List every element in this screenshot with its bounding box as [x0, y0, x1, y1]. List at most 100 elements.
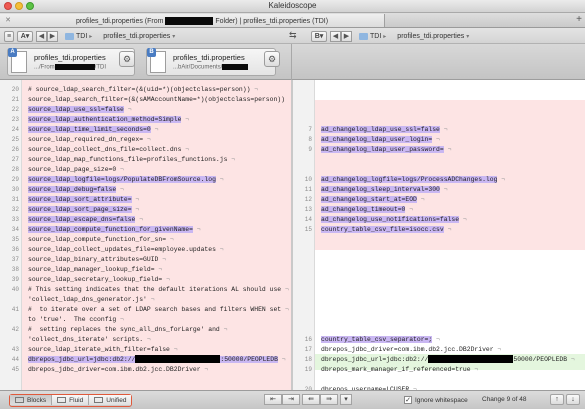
view-mode-selector: Blocks Fluid Unified — [9, 394, 133, 407]
code-line[interactable]: source_ldap_required_dn_regex= ¬ — [28, 135, 289, 145]
left-crumb-file[interactable]: profiles_tdi.properties ▾ — [99, 31, 179, 42]
line-end-icon: ¬ — [277, 356, 286, 363]
code-text: source_ldap_manager_lookup_field= — [28, 266, 155, 273]
ignore-whitespace-checkbox[interactable]: ✓ — [404, 396, 412, 404]
line-number: 23 — [11, 116, 19, 123]
merge-right-icon[interactable]: ⇥ — [282, 394, 300, 405]
code-line[interactable]: # This setting indicates that the defaul… — [28, 285, 289, 295]
line-number: 39 — [11, 276, 19, 283]
code-line[interactable]: source_ldap_debug=false ¬ — [28, 185, 289, 195]
line-number: 29 — [11, 176, 19, 183]
new-tab-plus-icon[interactable]: + — [576, 14, 582, 25]
line-end-icon: ¬ — [169, 346, 178, 353]
code-text: # setting replaces the sync_all_dns_forL… — [28, 326, 220, 333]
forward-arrow-icon[interactable]: ▶ — [47, 30, 58, 42]
comparison-tab[interactable]: ✕ profiles_tdi.properties (From Folder) … — [0, 14, 385, 27]
diff-view[interactable]: 20 # source_ldap_search_filter=(&(uid=*)(… — [0, 80, 585, 390]
code-line[interactable]: ad_changelog_logfile=logs/ProcessADChang… — [321, 175, 583, 185]
side-b-selector[interactable]: B▾ — [311, 30, 327, 42]
line-end-icon: ¬ — [131, 196, 140, 203]
code-line[interactable]: source_ldap_sort_page_size= ¬ — [28, 205, 289, 215]
code-line[interactable]: # setting replaces the sync_all_dns_forL… — [28, 325, 289, 335]
code-line[interactable]: source_ldap_collect_dns_file=collect.dns… — [28, 145, 289, 155]
right-pane[interactable]: 7 ad_changelog_ldap_use_ssl=false ¬ 8 ad_ch… — [293, 80, 585, 390]
code-line[interactable]: 'collect_ldap_dns_generator.js' ¬ — [28, 295, 289, 305]
copy-to-left-icon[interactable]: ⇚ — [302, 394, 320, 405]
ignore-whitespace-toggle[interactable]: ✓ Ignore whitespace — [404, 396, 468, 404]
left-crumb-folder[interactable]: TDI ▸ — [61, 31, 96, 42]
right-crumb-file[interactable]: profiles_tdi.properties ▾ — [393, 31, 473, 42]
code-line[interactable]: dbrepos_jdbc_driver=com.ibm.db2.jcc.DB2D… — [28, 365, 289, 375]
code-line[interactable]: 'collect_dns_iterate' scripts. ¬ — [28, 335, 289, 345]
side-a-selector[interactable]: A▾ — [17, 30, 33, 42]
code-line[interactable]: source_ldap_iterate_with_filter=false ¬ — [28, 345, 289, 355]
code-line[interactable]: source_ldap_map_functions_file=profiles_… — [28, 155, 289, 165]
back-arrow-icon[interactable]: ◀ — [36, 30, 47, 42]
code-line[interactable]: source_ldap_use_ssl=false ¬ — [28, 105, 289, 115]
code-line[interactable]: source_ldap_binary_attributes=GUID ¬ — [28, 255, 289, 265]
tab-label-suffix: Folder) | profiles_tdi.properties (TDI) — [215, 17, 329, 25]
swap-sides-icon[interactable]: ⇆ — [289, 30, 297, 41]
code-line[interactable]: dbrepos_jdbc_url=jdbc:db2:// 50000/PEOPLE… — [321, 355, 583, 365]
code-line[interactable]: country_table_csv_separator=; ¬ — [321, 335, 583, 345]
code-text: to 'true'. The cconfig — [28, 316, 117, 323]
code-line[interactable] — [28, 375, 289, 385]
copy-to-right-icon[interactable]: ⇛ — [320, 394, 338, 405]
next-change-button[interactable]: ↓ — [566, 394, 580, 405]
code-line[interactable]: # to iterate over a set of LDAP search b… — [28, 305, 289, 315]
gear-icon[interactable]: ⚙ — [119, 51, 135, 67]
line-number: 40 — [11, 286, 19, 293]
gear-icon[interactable]: ⚙ — [264, 51, 280, 67]
code-line[interactable]: source_ldap_sort_attribute= ¬ — [28, 195, 289, 205]
code-line[interactable]: ad_changelog_timeout=0 ¬ — [321, 205, 583, 215]
code-line[interactable]: ad_changelog_ldap_user_login= ¬ — [321, 135, 583, 145]
code-line[interactable]: to 'true'. The cconfig ¬ — [28, 315, 289, 325]
code-line[interactable]: source_ldap_compute_function_for_givenNa… — [28, 225, 289, 235]
code-line[interactable]: source_ldap_escape_dns=false ¬ — [28, 215, 289, 225]
code-text: source_ldap_collect_updates_file=employe… — [28, 246, 216, 253]
code-line[interactable]: # source_ldap_search_filter=(&(uid=*)(ob… — [28, 85, 289, 95]
code-line[interactable]: source_ldap_secretary_lookup_field= ¬ — [28, 275, 289, 285]
code-line[interactable]: source_ldap_collect_updates_file=employe… — [28, 245, 289, 255]
line-number: 12 — [304, 196, 312, 203]
forward-arrow-icon[interactable]: ▶ — [341, 30, 352, 42]
code-line[interactable]: ad_changelog_ldap_user_password= ¬ — [321, 145, 583, 155]
code-line[interactable]: source_ldap_time_limit_seconds=0 ¬ — [28, 125, 289, 135]
code-line[interactable]: dbrepos_mark_manager_if_referenced=true … — [321, 365, 583, 375]
line-end-icon: ¬ — [470, 366, 479, 373]
file-a-card[interactable]: A profiles_tdi.properties .../From/TDI — [7, 48, 135, 76]
code-line[interactable]: source_ldap_search_filter=(&(sAMAccountN… — [28, 95, 289, 105]
code-line[interactable]: source_ldap_authentication_method=Simple… — [28, 115, 289, 125]
left-history-nav: ◀ ▶ — [36, 30, 58, 42]
code-line[interactable]: ad_changelog_sleep_interval=300 ¬ — [321, 185, 583, 195]
code-line[interactable]: ad_changelog_start_at=EOD ¬ — [321, 195, 583, 205]
fluid-mode-button[interactable]: Fluid — [52, 395, 90, 405]
line-end-icon: ¬ — [497, 176, 506, 183]
code-line[interactable]: country_table_csv_file=isocc.csv ¬ — [321, 225, 583, 235]
line-end-icon: ¬ — [146, 296, 155, 303]
line-end-icon: ¬ — [459, 216, 467, 223]
left-pane[interactable]: 20 # source_ldap_search_filter=(&(uid=*)(… — [0, 80, 291, 390]
blocks-icon — [15, 397, 24, 403]
code-line[interactable]: source_ldap_manager_lookup_field= ¬ — [28, 265, 289, 275]
chevron-down-icon[interactable]: ▾ — [340, 394, 352, 405]
back-arrow-icon[interactable]: ◀ — [330, 30, 341, 42]
unified-mode-button[interactable]: Unified — [89, 395, 132, 405]
code-line[interactable]: source_ldap_page_size=0 ¬ — [28, 165, 289, 175]
file-b-card[interactable]: B profiles_tdi.properties ...bAir/Docume… — [146, 48, 276, 76]
left-sidebar-toggle-icon[interactable]: ≡ — [4, 30, 14, 42]
code-text: dbrepos_mark_manager_if_referenced=true — [321, 366, 471, 373]
line-end-icon: ¬ — [215, 246, 224, 253]
close-tab-icon[interactable]: ✕ — [4, 17, 12, 25]
code-line[interactable]: dbrepos_jdbc_driver=com.ibm.db2.jcc.DB2D… — [321, 345, 583, 355]
code-line[interactable]: source_ldap_compute_function_for_sn= ¬ — [28, 235, 289, 245]
right-crumb-folder[interactable]: TDI ▸ — [355, 31, 390, 42]
code-line[interactable]: ad_changelog_use_notifications=false ¬ — [321, 215, 583, 225]
merge-left-icon[interactable]: ⇤ — [264, 394, 282, 405]
code-line[interactable]: dbrepos_jdbc_url=jdbc:db2://:50000/PEOPL… — [28, 355, 289, 365]
blocks-mode-button[interactable]: Blocks — [10, 395, 53, 405]
redacted-block — [54, 64, 95, 71]
previous-change-button[interactable]: ↑ — [550, 394, 564, 405]
code-line[interactable]: source_ldap_logfile=logs/PopulateDBFromS… — [28, 175, 289, 185]
code-line[interactable]: ad_changelog_ldap_use_ssl=false ¬ — [321, 125, 583, 135]
